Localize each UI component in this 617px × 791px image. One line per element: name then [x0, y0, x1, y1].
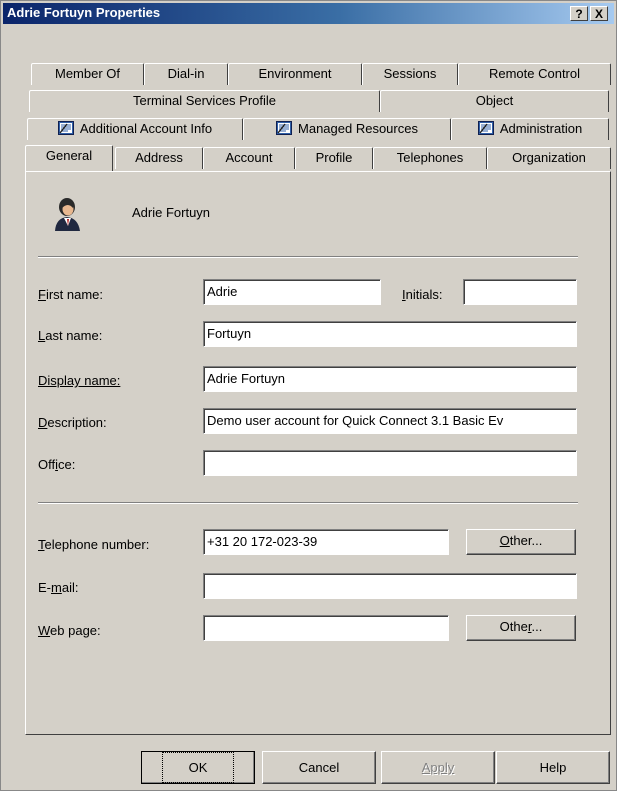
- tab-managed-resources[interactable]: Managed Resources: [243, 118, 451, 140]
- email-field[interactable]: [203, 573, 577, 599]
- telephone-label: Telephone number:: [38, 537, 150, 552]
- title-bar[interactable]: Adrie Fortuyn Properties ? X: [3, 3, 614, 24]
- properties-dialog: Adrie Fortuyn Properties ? X Member Of D…: [0, 0, 617, 791]
- window-title: Adrie Fortuyn Properties: [7, 5, 161, 20]
- description-field[interactable]: Demo user account for Quick Connect 3.1 …: [203, 408, 577, 434]
- last-name-field[interactable]: Fortuyn: [203, 321, 577, 347]
- close-button[interactable]: X: [590, 6, 608, 21]
- description-label: Description:: [38, 415, 107, 430]
- help-title-button[interactable]: ?: [570, 6, 588, 21]
- telephone-field[interactable]: +31 20 172-023-39: [203, 529, 449, 555]
- display-name-field[interactable]: Adrie Fortuyn: [203, 366, 577, 392]
- user-display-name: Adrie Fortuyn: [132, 205, 211, 220]
- admin-sheet-icon: [57, 121, 74, 135]
- separator: [38, 502, 578, 504]
- apply-button[interactable]: Apply: [381, 751, 495, 784]
- initials-label: Initials:: [402, 287, 443, 302]
- tab-sessions[interactable]: Sessions: [362, 63, 458, 85]
- tab-terminal-services-profile[interactable]: Terminal Services Profile: [29, 90, 380, 112]
- tab-label: Additional Account Info: [79, 121, 213, 136]
- email-label: E-mail:: [38, 580, 79, 595]
- admin-sheet-icon: [276, 121, 293, 135]
- initials-field[interactable]: [463, 279, 577, 305]
- general-tab-panel: Adrie Fortuyn First name: Adrie Initials…: [25, 171, 611, 735]
- first-name-label: First name:: [38, 287, 104, 302]
- web-page-field[interactable]: [203, 615, 449, 641]
- office-label: Office:: [38, 457, 76, 472]
- tab-environment[interactable]: Environment: [228, 63, 362, 85]
- tab-member-of[interactable]: Member Of: [31, 63, 144, 85]
- tab-profile[interactable]: Profile: [295, 147, 373, 169]
- tab-remote-control[interactable]: Remote Control: [458, 63, 611, 85]
- ok-button[interactable]: OK: [141, 751, 255, 784]
- tab-general[interactable]: General: [25, 145, 113, 171]
- display-name-label: Display name:: [38, 373, 121, 388]
- web-page-other-button[interactable]: Other...: [466, 615, 576, 641]
- tab-telephones[interactable]: Telephones: [373, 147, 487, 169]
- tab-organization[interactable]: Organization: [487, 147, 611, 169]
- tab-administration[interactable]: Administration: [451, 118, 609, 140]
- office-field[interactable]: [203, 450, 577, 476]
- tab-dial-in[interactable]: Dial-in: [144, 63, 228, 85]
- tab-account[interactable]: Account: [203, 147, 295, 169]
- web-page-label: Web page:: [38, 623, 101, 638]
- tab-label: Managed Resources: [298, 121, 418, 136]
- tab-address[interactable]: Address: [115, 147, 203, 169]
- help-button[interactable]: Help: [496, 751, 610, 784]
- tab-additional-account-info[interactable]: Additional Account Info: [27, 118, 243, 140]
- first-name-field[interactable]: Adrie: [203, 279, 381, 305]
- telephone-other-button[interactable]: Other...: [466, 529, 576, 555]
- last-name-label: Last name:: [38, 328, 103, 343]
- admin-sheet-icon: [477, 121, 494, 135]
- user-avatar-icon: [55, 198, 80, 231]
- tab-object[interactable]: Object: [380, 90, 609, 112]
- cancel-button[interactable]: Cancel: [262, 751, 376, 784]
- separator: [38, 256, 578, 258]
- tab-label: Administration: [499, 121, 583, 136]
